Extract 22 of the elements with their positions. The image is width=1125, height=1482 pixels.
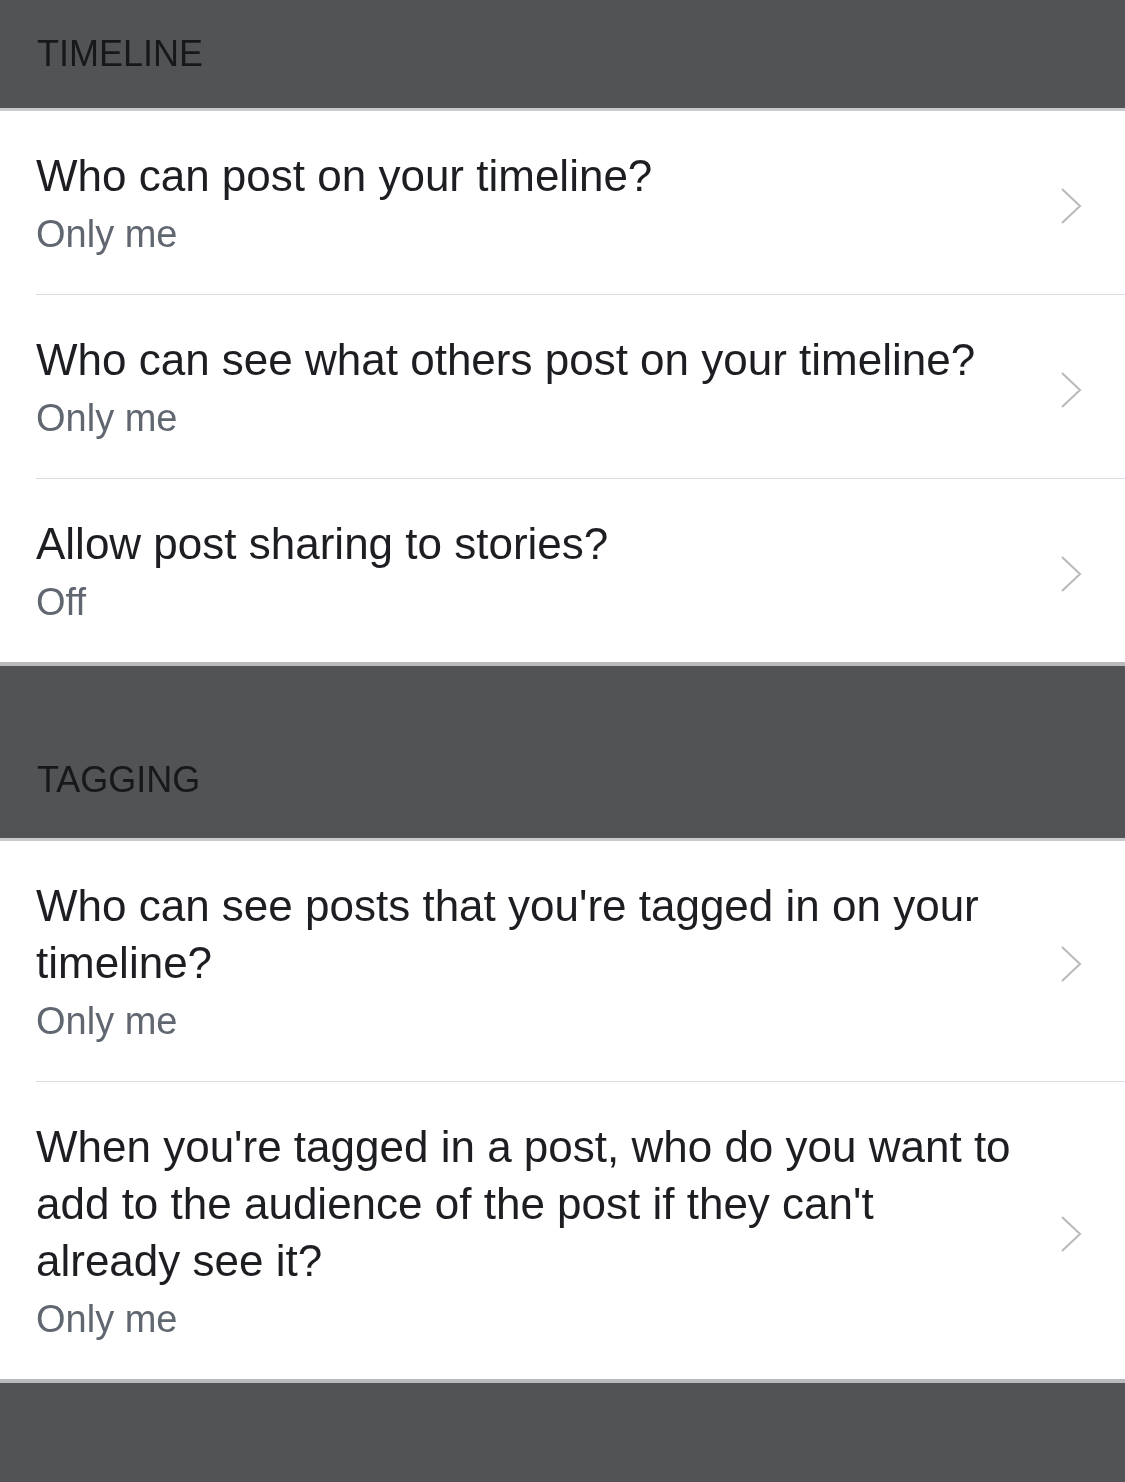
setting-label: Who can see posts that you're tagged in on your timeline? [36,880,980,989]
settings-row[interactable]: Allow post sharing to stories? Off [36,479,1125,662]
chevron-right-icon [1059,1213,1083,1254]
setting-label: When you're tagged in a post, who do you want to add to the audience of the post if they can't already see it? [36,1121,1012,1287]
chevron-right-icon [1059,369,1083,410]
settings-row[interactable]: Who can see posts that you're tagged in on your timeline? Only me [36,841,1125,1082]
setting-value: Off [36,580,87,625]
setting-value: Only me [36,1297,179,1342]
chevron-right-icon [1059,553,1083,594]
setting-value: Only me [36,212,179,257]
setting-label: Who can see what others post on your timeline? [36,334,977,386]
settings-row[interactable]: Who can see what others post on your timeline? Only me [36,295,1125,479]
settings-row[interactable]: When you're tagged in a post, who do you want to add to the audience of the post if they can't already see it? Only me [36,1082,1125,1379]
chevron-right-icon [1059,944,1083,984]
section-title: TAGGING [37,760,201,800]
setting-value: Only me [36,999,179,1044]
setting-label: Allow post sharing to stories? [36,518,610,570]
settings-row[interactable]: Who can post on your timeline? Only me [36,111,1125,295]
setting-value: Only me [36,396,179,441]
section-title: TIMELINE [37,34,204,74]
chevron-right-icon [1059,185,1083,226]
setting-label: Who can post on your timeline? [36,150,654,202]
